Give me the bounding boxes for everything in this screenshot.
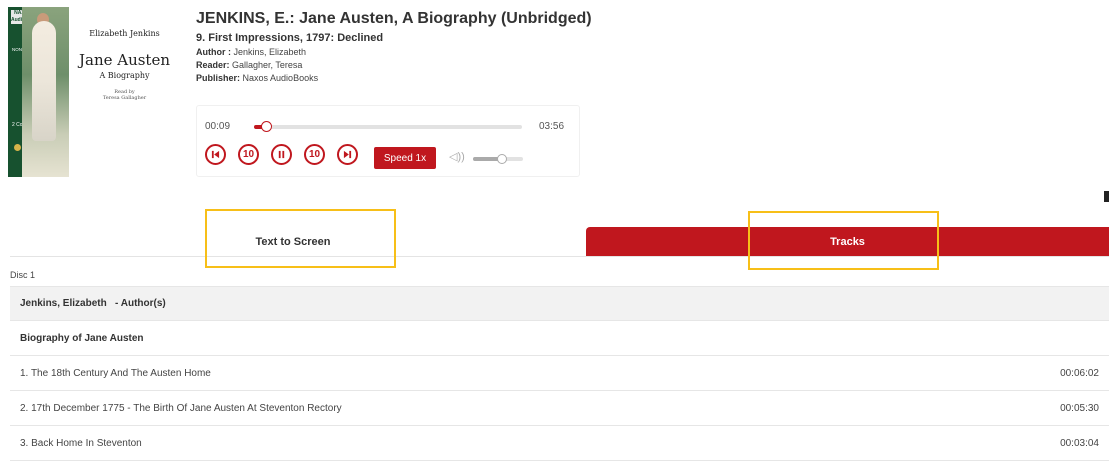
- tab-bar: Text to Screen Tracks: [10, 227, 1109, 257]
- portrait-figure: [32, 21, 56, 141]
- skip-next-icon: [343, 150, 352, 159]
- group-row: Biography of Jane Austen: [10, 321, 1109, 356]
- track-row[interactable]: 3. Back Home In Steventon 00:03:04: [10, 426, 1109, 461]
- disc-label: Disc 1: [10, 270, 36, 280]
- cover-reader: Read by Teresa Gallagher: [69, 89, 180, 101]
- track-title: 1. The 18th Century And The Austen Home: [20, 367, 211, 379]
- publisher-label: Publisher:: [196, 73, 241, 83]
- disc-icon: [14, 144, 21, 151]
- track-title: 3. Back Home In Steventon: [20, 437, 142, 449]
- progress-knob[interactable]: [260, 121, 272, 132]
- forward-10-button[interactable]: 10: [304, 144, 325, 165]
- volume-icon[interactable]: ◁)): [449, 150, 465, 163]
- author-label: Author :: [196, 47, 231, 57]
- cover-subtitle: A Biography: [99, 71, 150, 80]
- track-duration: 00:05:30: [1060, 402, 1099, 414]
- group-row-text: Biography of Jane Austen: [20, 332, 144, 344]
- track-duration: 00:06:02: [1060, 367, 1099, 379]
- highlight-tracks-tab: [748, 211, 939, 270]
- publisher-line: Publisher: Naxos AudioBooks: [196, 73, 592, 83]
- track-row[interactable]: 2. 17th December 1775 - The Birth Of Jan…: [10, 391, 1109, 426]
- highlight-text-tab: [205, 209, 396, 268]
- next-track-button[interactable]: [337, 144, 358, 165]
- reader-value: Gallagher, Teresa: [232, 60, 303, 70]
- track-row[interactable]: 1. The 18th Century And The Austen Home …: [10, 356, 1109, 391]
- pause-icon: [278, 150, 285, 159]
- cover-author: Elizabeth Jenkins: [89, 29, 160, 38]
- rewind-10-icon: 10: [242, 149, 255, 160]
- cover-text: Elizabeth Jenkins Jane Austen A Biograph…: [69, 7, 180, 177]
- pause-button[interactable]: [271, 144, 292, 165]
- track-list: Jenkins, Elizabeth - Author(s) Biography…: [10, 286, 1109, 461]
- progress-bar[interactable]: [254, 121, 522, 132]
- volume-slider[interactable]: [473, 154, 523, 164]
- audio-player: 00:09 03:56 10 10 Speed 1x ◁)): [196, 105, 580, 177]
- cover-portrait: [22, 7, 69, 177]
- author-row: Jenkins, Elizabeth - Author(s): [10, 286, 1109, 321]
- reader-label: Reader:: [196, 60, 230, 70]
- publisher-value: Naxos AudioBooks: [242, 73, 319, 83]
- album-info: JENKINS, E.: Jane Austen, A Biography (U…: [196, 10, 592, 83]
- current-time: 00:09: [205, 121, 231, 132]
- now-playing-track: 9. First Impressions, 1797: Declined: [196, 32, 384, 44]
- previous-track-button[interactable]: [205, 144, 226, 165]
- cover-title: Jane Austen: [78, 51, 171, 69]
- track-title: 2. 17th December 1775 - The Birth Of Jan…: [20, 402, 342, 414]
- album-cover: NAXOS AudioBooks NON-FICTION 2 Compact D…: [8, 7, 180, 177]
- track-duration: 00:03:04: [1060, 437, 1099, 449]
- speed-button[interactable]: Speed 1x: [374, 147, 436, 169]
- forward-10-icon: 10: [308, 149, 321, 160]
- author-line: Author : Jenkins, Elizabeth: [196, 47, 592, 57]
- skip-previous-icon: [211, 150, 220, 159]
- duration-time: 03:56: [539, 121, 565, 132]
- author-row-text: Jenkins, Elizabeth - Author(s): [20, 298, 166, 309]
- author-value: Jenkins, Elizabeth: [233, 47, 307, 57]
- rewind-10-button[interactable]: 10: [238, 144, 259, 165]
- album-title: JENKINS, E.: Jane Austen, A Biography (U…: [196, 10, 592, 27]
- reader-line: Reader: Gallagher, Teresa: [196, 60, 592, 70]
- volume-knob[interactable]: [496, 154, 507, 164]
- cover-reader-name: Teresa Gallagher: [102, 95, 147, 101]
- scroll-edge-marker: [1104, 191, 1109, 202]
